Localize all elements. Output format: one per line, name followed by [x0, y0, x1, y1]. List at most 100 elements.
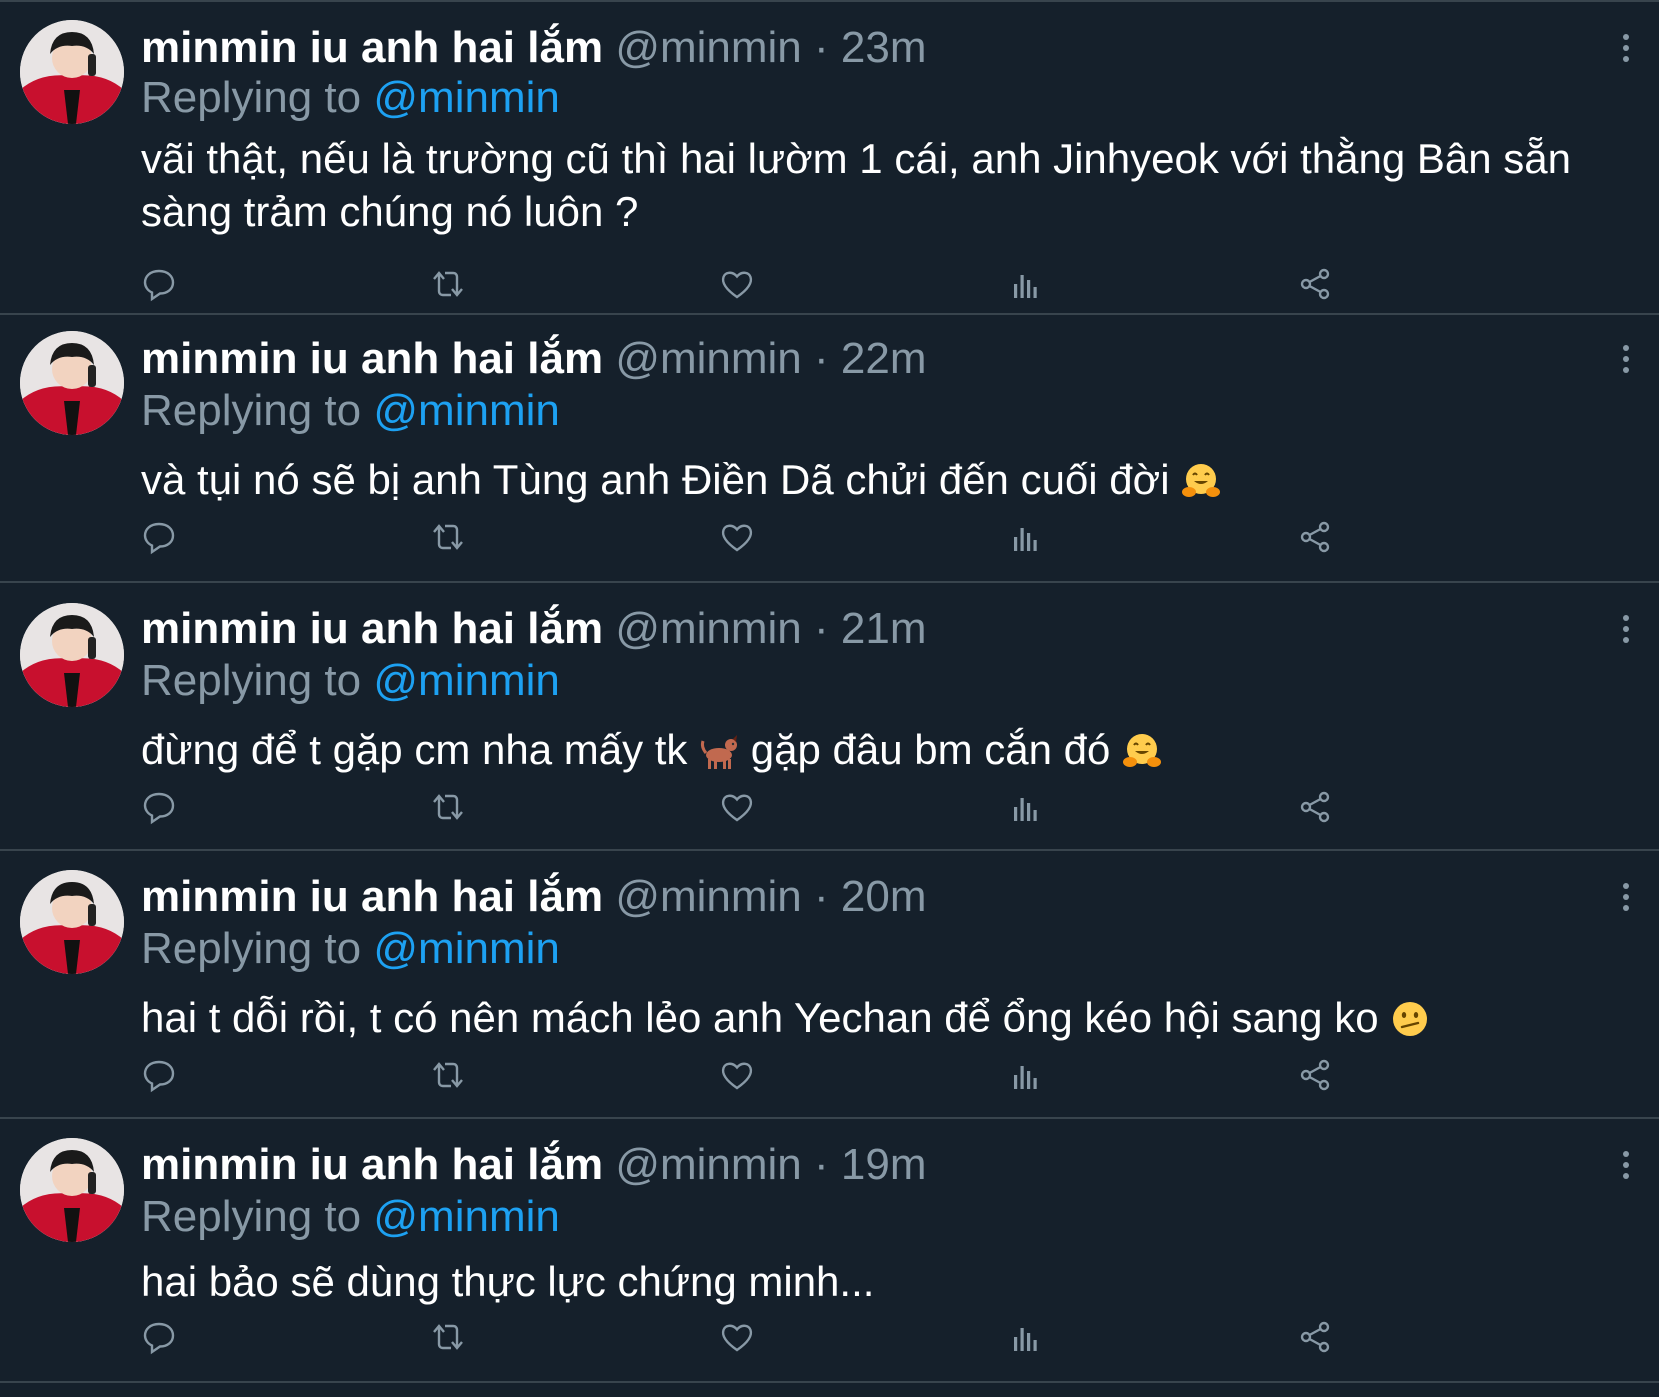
more-options-icon[interactable]	[1623, 615, 1631, 648]
replying-to: Replying to @minmin	[141, 385, 560, 437]
display-name[interactable]: minmin iu anh hai lắm	[141, 334, 603, 383]
tweet[interactable]: minmin iu anh hai lắm @minmin · 20m Repl…	[0, 849, 1659, 1117]
separator-dot: ·	[814, 604, 829, 653]
like-icon[interactable]	[719, 519, 755, 555]
share-icon[interactable]	[1297, 1319, 1333, 1355]
display-name[interactable]: minmin iu anh hai lắm	[141, 604, 603, 653]
tweet-actions	[141, 266, 1401, 302]
more-options-icon[interactable]	[1623, 1151, 1631, 1184]
analytics-icon[interactable]	[1008, 789, 1044, 825]
avatar[interactable]	[20, 1138, 124, 1242]
tweet-text-part-1: đừng để t gặp cm nha mấy tk	[141, 726, 688, 773]
avatar[interactable]	[20, 603, 124, 707]
separator-dot: ·	[814, 23, 829, 72]
display-name[interactable]: minmin iu anh hai lắm	[141, 23, 603, 72]
timestamp[interactable]: 22m	[841, 334, 927, 383]
separator-dot: ·	[814, 334, 829, 383]
tweet-text: vãi thật, nếu là trường cũ thì hai lườm …	[141, 135, 1571, 235]
tweet-header: minmin iu anh hai lắm @minmin · 20m	[141, 871, 927, 923]
more-options-icon[interactable]	[1623, 883, 1631, 916]
tweet-header: minmin iu anh hai lắm @minmin · 22m	[141, 333, 927, 385]
separator-dot: ·	[814, 1140, 829, 1189]
timestamp[interactable]: 23m	[841, 23, 927, 72]
reply-handle-link[interactable]: @minmin	[373, 1192, 559, 1241]
like-icon[interactable]	[719, 1319, 755, 1355]
bottom-divider	[0, 1381, 1659, 1383]
reply-icon[interactable]	[141, 789, 177, 825]
share-icon[interactable]	[1297, 789, 1333, 825]
tweet[interactable]: minmin iu anh hai lắm @minmin · 23m Repl…	[0, 0, 1659, 302]
reply-icon[interactable]	[141, 1319, 177, 1355]
handle[interactable]: @minmin	[615, 334, 801, 383]
handle[interactable]: @minmin	[615, 23, 801, 72]
like-icon[interactable]	[719, 266, 755, 302]
tweet-actions	[141, 1057, 1401, 1093]
replying-to-label: Replying to	[141, 924, 362, 973]
reply-handle-link[interactable]: @minmin	[373, 73, 559, 122]
avatar[interactable]	[20, 331, 124, 435]
display-name[interactable]: minmin iu anh hai lắm	[141, 1140, 603, 1189]
tweet[interactable]: minmin iu anh hai lắm @minmin · 22m Repl…	[0, 313, 1659, 581]
handle[interactable]: @minmin	[615, 1140, 801, 1189]
tweet-header: minmin iu anh hai lắm @minmin · 23m	[141, 22, 927, 74]
share-icon[interactable]	[1297, 266, 1333, 302]
tweet-text: hai t dỗi rồi, t có nên mách lẻo anh Yec…	[141, 994, 1379, 1041]
tweet-header: minmin iu anh hai lắm @minmin · 21m	[141, 603, 927, 655]
handle[interactable]: @minmin	[615, 872, 801, 921]
separator-dot: ·	[814, 872, 829, 921]
more-options-icon[interactable]	[1623, 34, 1631, 67]
more-options-icon[interactable]	[1623, 345, 1631, 378]
retweet-icon[interactable]	[430, 1319, 466, 1355]
retweet-icon[interactable]	[430, 1057, 466, 1093]
tweet-actions	[141, 789, 1401, 825]
tweet-body: và tụi nó sẽ bị anh Tùng anh Điền Dã chử…	[141, 453, 1601, 506]
replying-to: Replying to @minmin	[141, 923, 560, 975]
avatar[interactable]	[20, 20, 124, 124]
timestamp[interactable]: 19m	[841, 1140, 927, 1189]
share-icon[interactable]	[1297, 1057, 1333, 1093]
tweet[interactable]: minmin iu anh hai lắm @minmin · 19m Repl…	[0, 1117, 1659, 1381]
reply-handle-link[interactable]: @minmin	[373, 656, 559, 705]
tweet-text-part-2: gặp đâu bm cắn đó	[750, 726, 1111, 773]
hugging-face-emoji	[1122, 730, 1162, 770]
tweet[interactable]: minmin iu anh hai lắm @minmin · 21m Repl…	[0, 581, 1659, 849]
replying-to: Replying to @minmin	[141, 1191, 560, 1243]
timestamp[interactable]: 20m	[841, 872, 927, 921]
retweet-icon[interactable]	[430, 789, 466, 825]
timestamp[interactable]: 21m	[841, 604, 927, 653]
share-icon[interactable]	[1297, 519, 1333, 555]
reply-icon[interactable]	[141, 519, 177, 555]
reply-handle-link[interactable]: @minmin	[373, 386, 559, 435]
tweet-body: đừng để t gặp cm nha mấy tk gặp đâu bm c…	[141, 723, 1601, 776]
reply-handle-link[interactable]: @minmin	[373, 924, 559, 973]
avatar[interactable]	[20, 870, 124, 974]
reply-icon[interactable]	[141, 266, 177, 302]
analytics-icon[interactable]	[1008, 519, 1044, 555]
confused-face-emoji	[1390, 998, 1430, 1038]
retweet-icon[interactable]	[430, 519, 466, 555]
replying-to: Replying to @minmin	[141, 655, 560, 707]
display-name[interactable]: minmin iu anh hai lắm	[141, 872, 603, 921]
replying-to: Replying to @minmin	[141, 72, 560, 124]
tweet-text: hai bảo sẽ dùng thực lực chứng minh...	[141, 1258, 875, 1305]
analytics-icon[interactable]	[1008, 1057, 1044, 1093]
retweet-icon[interactable]	[430, 266, 466, 302]
analytics-icon[interactable]	[1008, 266, 1044, 302]
tweet-actions	[141, 1319, 1401, 1355]
analytics-icon[interactable]	[1008, 1319, 1044, 1355]
replying-to-label: Replying to	[141, 386, 362, 435]
hugging-face-emoji	[1181, 460, 1221, 500]
dog-emoji	[699, 730, 739, 770]
tweet-actions	[141, 519, 1401, 555]
replying-to-label: Replying to	[141, 656, 362, 705]
replying-to-label: Replying to	[141, 1192, 362, 1241]
handle[interactable]: @minmin	[615, 604, 801, 653]
tweet-header: minmin iu anh hai lắm @minmin · 19m	[141, 1139, 927, 1191]
like-icon[interactable]	[719, 1057, 755, 1093]
reply-icon[interactable]	[141, 1057, 177, 1093]
replying-to-label: Replying to	[141, 73, 362, 122]
timeline: minmin iu anh hai lắm @minmin · 23m Repl…	[0, 0, 1659, 1397]
like-icon[interactable]	[719, 789, 755, 825]
tweet-text: và tụi nó sẽ bị anh Tùng anh Điền Dã chử…	[141, 456, 1170, 503]
tweet-body: hai t dỗi rồi, t có nên mách lẻo anh Yec…	[141, 991, 1601, 1044]
